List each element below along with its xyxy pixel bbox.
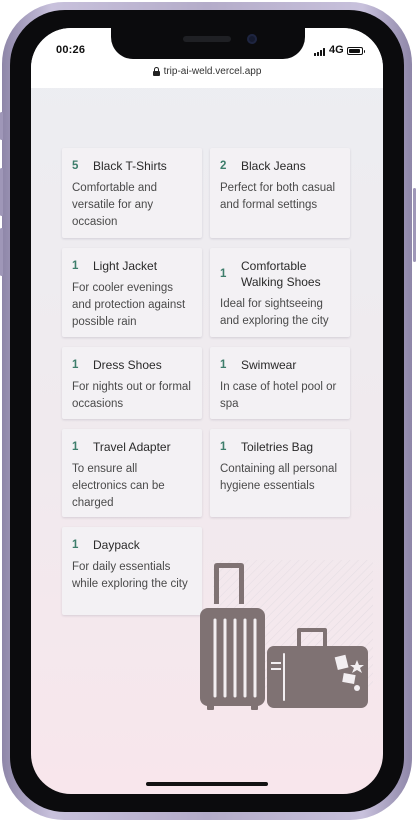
item-quantity: 5 [72, 160, 79, 172]
item-description: In case of hotel pool or spa [220, 381, 337, 410]
packing-item-card[interactable]: 2 Black Jeans Perfect for both casual and… [210, 148, 350, 238]
item-quantity: 1 [72, 539, 79, 551]
item-description: To ensure all electronics can be charged [72, 463, 165, 509]
item-description: For nights out or formal occasions [72, 381, 191, 410]
packing-item-card[interactable]: 1 Dress Shoes For nights out or formal oc… [62, 347, 202, 419]
network-type: 4G [329, 44, 344, 56]
url-text: trip-ai-weld.vercel.app [163, 65, 262, 77]
packing-item-card[interactable]: 1 Comfortable Walking Shoes Ideal for sig… [210, 248, 350, 337]
item-description: Perfect for both casual and formal setti… [220, 182, 336, 211]
status-time: 00:26 [56, 44, 86, 56]
packing-item-card[interactable]: 5 Black T-Shirts Comfortable and versatil… [62, 148, 202, 238]
mute-switch [0, 112, 3, 140]
item-name: Black Jeans [241, 159, 306, 173]
volume-down-button [0, 228, 3, 276]
signal-strength-icon [314, 48, 328, 56]
battery-icon [347, 47, 365, 55]
item-name: Travel Adapter [93, 440, 171, 454]
item-name: Dress Shoes [93, 358, 162, 372]
packing-item-card[interactable]: 1 Daypack For daily essentials while expl… [62, 527, 202, 615]
item-quantity: 2 [220, 160, 227, 172]
item-name: Light Jacket [93, 259, 158, 273]
item-description: Comfortable and versatile for any occasi… [72, 182, 158, 228]
volume-up-button [0, 168, 3, 216]
status-bar: 00:26 4G trip-ai-weld.vercel.app [31, 28, 383, 88]
item-description: Containing all personal hygiene essentia… [220, 463, 337, 492]
item-name: Comfortable Walking Shoes [241, 259, 321, 289]
screen: 00:26 4G trip-ai-weld.vercel.app 5 Black … [31, 28, 383, 794]
item-quantity: 1 [72, 359, 79, 371]
luggage-icon [200, 560, 373, 710]
item-quantity: 1 [72, 441, 79, 453]
item-quantity: 1 [220, 441, 227, 453]
item-quantity: 1 [220, 268, 227, 280]
packing-item-card[interactable]: 1 Light Jacket For cooler evenings and pr… [62, 248, 202, 337]
home-indicator[interactable] [146, 782, 268, 786]
packing-item-card[interactable]: 1 Travel Adapter To ensure all electronic… [62, 429, 202, 517]
item-quantity: 1 [220, 359, 227, 371]
item-description: Ideal for sightseeing and exploring the … [220, 298, 329, 327]
item-name: Black T-Shirts [93, 159, 167, 173]
item-name: Swimwear [241, 358, 297, 372]
lock-icon [152, 66, 160, 76]
browser-url-bar[interactable]: trip-ai-weld.vercel.app [31, 62, 383, 80]
packing-item-card[interactable]: 1 Toiletries Bag Containing all personal … [210, 429, 350, 517]
item-quantity: 1 [72, 260, 79, 272]
speaker-grille [183, 36, 231, 42]
notch [111, 28, 305, 59]
item-name: Toiletries Bag [241, 440, 314, 454]
item-description: For daily essentials while exploring the… [72, 561, 188, 590]
item-name: Daypack [93, 538, 140, 552]
packing-item-card[interactable]: 1 Swimwear In case of hotel pool or spa [210, 347, 350, 419]
item-description: For cooler evenings and protection again… [72, 282, 186, 328]
front-camera-icon [247, 34, 257, 44]
